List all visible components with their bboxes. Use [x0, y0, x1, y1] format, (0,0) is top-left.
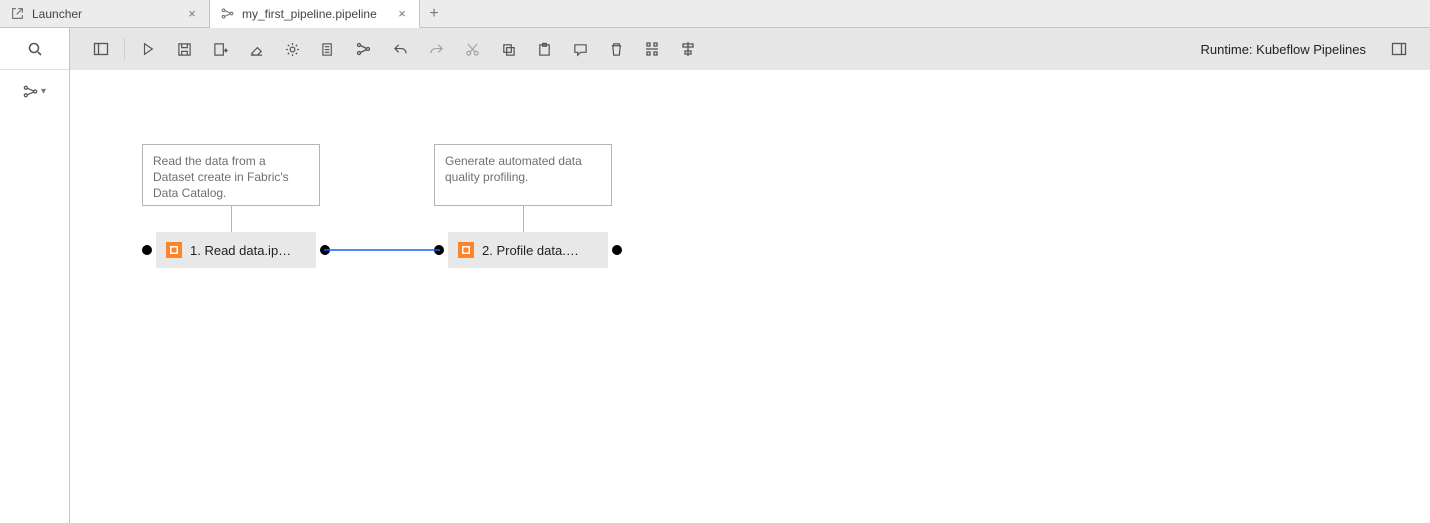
- palette-category-button[interactable]: ▾: [0, 70, 69, 112]
- pipeline-node-read-data[interactable]: 1. Read data.ip…: [156, 232, 316, 268]
- add-tab-button[interactable]: +: [420, 0, 448, 27]
- node-output-port[interactable]: [320, 245, 330, 255]
- arrange-v-icon: [644, 41, 660, 57]
- close-icon[interactable]: ×: [185, 7, 199, 21]
- tab-bar: Launcher × my_first_pipeline.pipeline × …: [0, 0, 1430, 28]
- undo-icon: [393, 42, 408, 57]
- tab-label: Launcher: [32, 7, 177, 21]
- chevron-down-icon: ▾: [41, 86, 46, 97]
- editor-toolbar: Runtime: Kubeflow Pipelines: [70, 28, 1430, 70]
- arrange-h-icon: [356, 41, 372, 57]
- notebook-icon: [166, 242, 182, 258]
- align-icon: [680, 41, 696, 57]
- delete-button[interactable]: [599, 32, 633, 66]
- comment-box[interactable]: Generate automated data quality profilin…: [434, 144, 612, 206]
- node-output-port[interactable]: [612, 245, 622, 255]
- tab-launcher[interactable]: Launcher ×: [0, 0, 210, 27]
- trash-icon: [609, 42, 624, 57]
- launch-icon: [10, 7, 24, 21]
- cut-icon: [465, 42, 480, 57]
- node-input-port[interactable]: [142, 245, 152, 255]
- arrange-vertically-button[interactable]: [635, 32, 669, 66]
- search-icon: [27, 41, 43, 57]
- run-button[interactable]: [131, 32, 165, 66]
- pipeline-canvas[interactable]: Read the data from a Dataset create in F…: [70, 70, 1430, 523]
- runtime-label[interactable]: Runtime: Kubeflow Pipelines: [1201, 42, 1366, 57]
- notebook-icon: [458, 242, 474, 258]
- tab-label: my_first_pipeline.pipeline: [242, 7, 387, 21]
- redo-button[interactable]: [419, 32, 453, 66]
- tab-pipeline[interactable]: my_first_pipeline.pipeline ×: [210, 0, 420, 28]
- comment-text: Read the data from a Dataset create in F…: [153, 154, 289, 200]
- undo-button[interactable]: [383, 32, 417, 66]
- node-label: 2. Profile data.…: [482, 243, 579, 258]
- palette-search-button[interactable]: [0, 28, 69, 70]
- gear-icon: [285, 42, 300, 57]
- comment-connector: [231, 206, 232, 232]
- node-input-port[interactable]: [434, 245, 444, 255]
- pipeline-node-profile-data[interactable]: 2. Profile data.…: [448, 232, 608, 268]
- paste-icon: [537, 42, 552, 57]
- clear-button[interactable]: [239, 32, 273, 66]
- redo-icon: [429, 42, 444, 57]
- notebook-add-icon: [321, 42, 336, 57]
- save-icon: [177, 42, 192, 57]
- export-button[interactable]: [203, 32, 237, 66]
- save-button[interactable]: [167, 32, 201, 66]
- toggle-right-panel-button[interactable]: [1382, 32, 1416, 66]
- play-icon: [141, 42, 155, 56]
- panel-icon: [93, 41, 109, 57]
- align-button[interactable]: [671, 32, 705, 66]
- close-icon[interactable]: ×: [395, 7, 409, 21]
- content-area: ▾: [0, 28, 1430, 523]
- add-comment-button[interactable]: [563, 32, 597, 66]
- comment-icon: [573, 42, 588, 57]
- comment-connector: [523, 206, 524, 232]
- export-icon: [213, 42, 228, 57]
- editor-area: Runtime: Kubeflow Pipelines Read the dat…: [70, 28, 1430, 523]
- separator: [124, 38, 125, 60]
- arrange-horizontally-button[interactable]: [347, 32, 381, 66]
- eraser-icon: [249, 42, 264, 57]
- copy-button[interactable]: [491, 32, 525, 66]
- panel-right-icon: [1391, 41, 1407, 57]
- new-notebook-button[interactable]: [311, 32, 345, 66]
- properties-button[interactable]: [275, 32, 309, 66]
- node-label: 1. Read data.ip…: [190, 243, 291, 258]
- pipeline-icon: [220, 7, 234, 21]
- paste-button[interactable]: [527, 32, 561, 66]
- copy-icon: [501, 42, 516, 57]
- palette-rail: ▾: [0, 28, 70, 523]
- toggle-left-panel-button[interactable]: [84, 32, 118, 66]
- comment-text: Generate automated data quality profilin…: [445, 154, 582, 184]
- comment-box[interactable]: Read the data from a Dataset create in F…: [142, 144, 320, 206]
- pipeline-edge[interactable]: [324, 245, 440, 255]
- category-icon: [23, 84, 38, 99]
- cut-button[interactable]: [455, 32, 489, 66]
